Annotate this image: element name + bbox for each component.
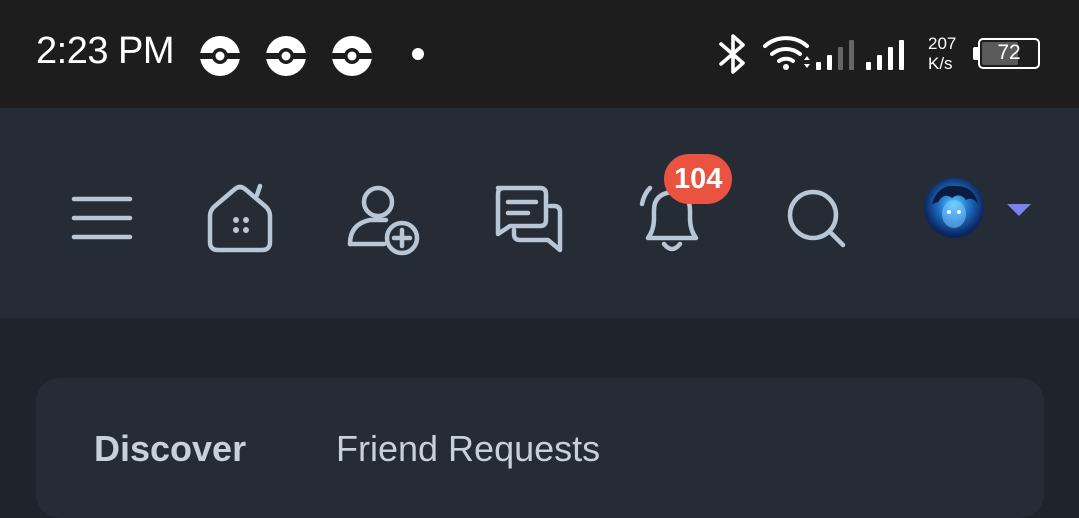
menu-icon bbox=[71, 196, 133, 240]
notification-count-badge: 104 bbox=[664, 154, 733, 204]
signal-icon bbox=[816, 40, 854, 70]
home-icon bbox=[207, 183, 273, 253]
battery-level: 72 bbox=[997, 41, 1021, 64]
battery-icon: 72 bbox=[978, 38, 1040, 69]
tab-discover[interactable]: Discover bbox=[94, 428, 246, 470]
signal-icon bbox=[866, 40, 904, 70]
add-friend-icon bbox=[347, 185, 420, 256]
top-navigation: 104 bbox=[0, 108, 1079, 318]
messages-icon bbox=[495, 185, 563, 253]
status-time: 2:23 PM bbox=[36, 30, 175, 72]
network-speed: 207 K/s bbox=[928, 34, 956, 74]
menu-button[interactable] bbox=[62, 178, 142, 258]
friends-panel: Discover Friend Requests bbox=[36, 378, 1044, 518]
chevron-down-icon[interactable] bbox=[1007, 204, 1031, 216]
user-avatar[interactable] bbox=[924, 178, 984, 238]
wifi-icon bbox=[763, 36, 810, 70]
notification-dot bbox=[412, 48, 424, 60]
add-friend-button[interactable] bbox=[344, 178, 424, 258]
network-speed-unit: K/s bbox=[928, 54, 953, 73]
messages-button[interactable] bbox=[488, 178, 568, 258]
status-bar: 2:23 PM 207 K/s 72 bbox=[0, 0, 1079, 108]
home-button[interactable] bbox=[200, 178, 280, 258]
search-button[interactable] bbox=[776, 178, 856, 258]
pokeball-icon bbox=[266, 36, 306, 76]
avatar-image bbox=[932, 185, 978, 228]
tab-friend-requests[interactable]: Friend Requests bbox=[336, 428, 600, 470]
search-icon bbox=[787, 189, 846, 248]
network-speed-value: 207 bbox=[928, 34, 957, 53]
pokeball-icon bbox=[200, 36, 240, 76]
bluetooth-icon bbox=[719, 34, 745, 74]
pokeball-icon bbox=[332, 36, 372, 76]
